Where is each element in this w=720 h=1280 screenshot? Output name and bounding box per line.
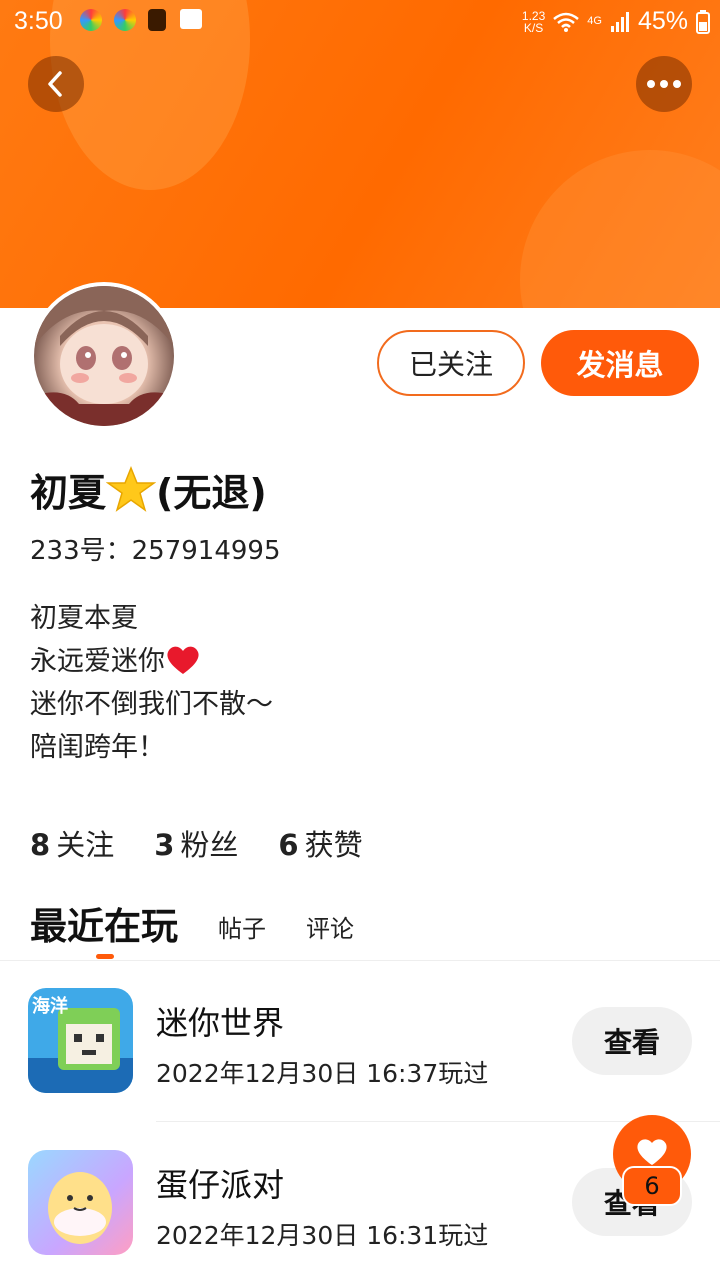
game-played-time: 2022年12月30日 16:31玩过 (156, 1221, 489, 1250)
profile-tabs: 最近在玩 帖子 评论 (30, 896, 354, 959)
stats-row: 8 关注 3 粉丝 6 获赞 (30, 822, 363, 864)
view-game-button[interactable]: 查看 (572, 1007, 692, 1075)
more-button[interactable] (636, 56, 692, 112)
heart-icon (637, 1139, 667, 1165)
bio-line: 迷你不倒我们不散～ (30, 689, 273, 720)
stat-fans[interactable]: 3 粉丝 (154, 822, 238, 864)
clock-notification-icon (148, 9, 166, 31)
game-icon-mini-world[interactable]: 海洋 (28, 988, 133, 1093)
like-count-badge: 6 (622, 1166, 682, 1206)
signal-icon (610, 11, 629, 32)
game-name: 蛋仔派对 (156, 1166, 285, 1204)
network-speed: 1.23 K/S (521, 8, 546, 35)
more-dots-icon (647, 80, 681, 88)
image-notification-icon (180, 9, 202, 29)
star-icon (105, 465, 157, 512)
status-time: 3:50 (14, 7, 63, 35)
status-bar: 3:50 1.23 K/S 4G 45% (0, 0, 720, 44)
game-name: 迷你世界 (156, 1004, 285, 1042)
bio-line: 陪闺跨年！ (30, 732, 165, 763)
back-button[interactable] (28, 56, 84, 112)
tab-comments[interactable]: 评论 (306, 909, 354, 950)
banner-decoration (520, 150, 720, 308)
battery-level: 45% (637, 7, 688, 35)
tab-indicator (96, 954, 114, 959)
bio: 初夏本夏 永远爱迷你 迷你不倒我们不散～ 陪闺跨年！ (30, 597, 273, 769)
svg-text:海洋: 海洋 (32, 995, 68, 1017)
followed-button[interactable]: 已关注 (377, 330, 525, 396)
game-played-time: 2022年12月30日 16:37玩过 (156, 1059, 489, 1088)
divider (0, 960, 720, 961)
user-id: 233号：257914995 (30, 536, 281, 566)
stat-likes[interactable]: 6 获赞 (278, 822, 362, 864)
avatar-image (34, 286, 174, 426)
network-type: 4G (587, 15, 602, 27)
red-heart-icon (167, 646, 199, 674)
battery-icon (696, 9, 710, 34)
tab-posts[interactable]: 帖子 (218, 909, 266, 950)
profile-banner (0, 0, 720, 308)
send-message-button[interactable]: 发消息 (541, 330, 699, 396)
wifi-icon (553, 12, 580, 32)
game-icon-eggy-party[interactable] (28, 1150, 133, 1255)
app-notification-icon (80, 9, 102, 31)
app-notification-icon (114, 9, 136, 31)
back-arrow-icon (48, 71, 62, 97)
bio-line: 初夏本夏 (30, 603, 138, 634)
bio-line: 永远爱迷你 (30, 640, 273, 683)
stat-following[interactable]: 8 关注 (30, 822, 114, 864)
avatar[interactable] (30, 282, 178, 430)
tab-recently-played[interactable]: 最近在玩 (30, 896, 178, 959)
nickname: 初夏 (无退) (30, 462, 267, 517)
